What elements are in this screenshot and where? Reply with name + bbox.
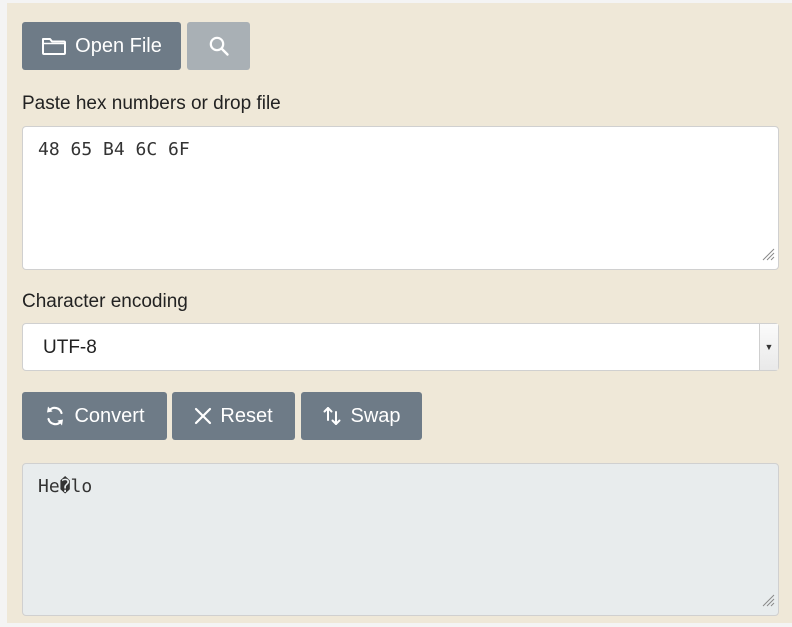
convert-label: Convert (74, 404, 145, 427)
open-file-button[interactable]: Open File (22, 22, 181, 70)
text-output[interactable]: He�lo (22, 463, 779, 616)
folder-icon (41, 36, 67, 56)
encoding-select[interactable]: UTF-8 ▼ (22, 323, 779, 371)
convert-button[interactable]: Convert (22, 392, 167, 440)
swap-label: Swap (350, 404, 401, 427)
close-icon (194, 407, 212, 425)
input-label: Paste hex numbers or drop file (22, 93, 281, 114)
resize-handle-icon[interactable] (761, 245, 775, 266)
search-icon (208, 35, 230, 57)
resize-handle-icon[interactable] (761, 591, 775, 612)
encoding-selected-value: UTF-8 (43, 337, 97, 358)
search-button[interactable] (187, 22, 250, 70)
open-file-label: Open File (75, 34, 162, 57)
hex-input[interactable]: 48 65 B4 6C 6F (22, 126, 779, 270)
text-output-value: He�lo (38, 476, 93, 497)
swap-button[interactable]: Swap (301, 392, 422, 440)
reset-button[interactable]: Reset (172, 392, 295, 440)
hex-input-value: 48 65 B4 6C 6F (38, 139, 190, 160)
swap-arrows-icon (322, 405, 342, 427)
dropdown-arrow-icon[interactable]: ▼ (759, 324, 778, 370)
reset-label: Reset (220, 404, 273, 427)
refresh-icon (44, 405, 66, 427)
encoding-label: Character encoding (22, 291, 188, 312)
